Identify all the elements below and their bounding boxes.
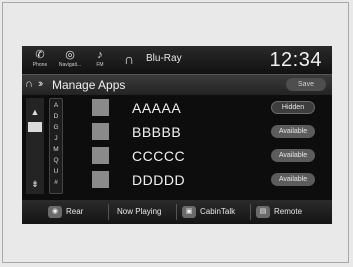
app-icon (92, 99, 109, 116)
radio-icon: ♪ (97, 49, 103, 61)
navigation-button[interactable]: ◎ Navigati... (56, 48, 84, 72)
headphones-icon: ∩ (25, 78, 33, 90)
now-playing-label: Now Playing (117, 207, 162, 216)
app-row[interactable]: AAAAA Hidden (70, 98, 325, 120)
alphabet-index[interactable]: A D G J M Q U # (49, 98, 63, 194)
alpha-index-item[interactable]: Q (50, 157, 62, 164)
cabintalk-icon: ▣ (182, 205, 196, 218)
person-icon[interactable]: ▲ (28, 106, 42, 118)
app-icon (92, 123, 109, 140)
phone-icon: ✆ (35, 49, 45, 61)
cabintalk-label: CabinTalk (200, 207, 236, 216)
scroll-down-icon[interactable]: ⇟ (28, 178, 42, 190)
app-name: DDDDD (132, 172, 186, 188)
now-playing-button[interactable]: Now Playing (117, 205, 161, 219)
app-status-toggle[interactable]: Available (271, 125, 315, 138)
divider (176, 204, 177, 220)
app-icon (92, 147, 109, 164)
alpha-index-item[interactable]: A (50, 102, 62, 109)
app-row[interactable]: DDDDD Available (70, 170, 325, 192)
remote-label: Remote (274, 207, 303, 216)
source-label: Blu-Ray (146, 53, 182, 64)
phone-label: Phone (32, 62, 48, 68)
fm-label: FM (96, 62, 104, 68)
app-status-toggle[interactable]: Available (271, 173, 315, 186)
app-status-toggle[interactable]: Hidden (271, 101, 315, 114)
title-bar: ∩ ›› Manage Apps Save (22, 74, 332, 95)
navigation-icon: ◎ (65, 49, 75, 61)
rear-icon: ◉ (48, 205, 62, 218)
app-icon (92, 171, 109, 188)
rear-button[interactable]: ◉ Rear (48, 205, 83, 219)
app-name: BBBBB (132, 124, 182, 140)
app-status-toggle[interactable]: Available (271, 149, 315, 162)
infotainment-screen: ✆ Phone ◎ Navigati... ♪ FM ∩ Blu-Ray 12:… (22, 46, 332, 224)
divider (108, 204, 109, 220)
alpha-index-item[interactable]: # (50, 179, 62, 186)
phone-button[interactable]: ✆ Phone (26, 48, 54, 72)
left-side-panel: ▲ ⇟ (26, 98, 44, 194)
bottom-bar: ◉ Rear Now Playing ▣ CabinTalk ▤ Remote (22, 200, 332, 224)
app-name: CCCCC (132, 148, 186, 164)
cabintalk-button[interactable]: ▣ CabinTalk (182, 205, 235, 219)
alpha-index-item[interactable]: M (50, 146, 62, 153)
alpha-index-item[interactable]: G (50, 124, 62, 131)
alpha-index-item[interactable]: U (50, 168, 62, 175)
rear-label: Rear (66, 207, 84, 216)
clock: 12:34 (269, 49, 322, 71)
status-bar: ✆ Phone ◎ Navigati... ♪ FM ∩ Blu-Ray 12:… (22, 46, 332, 74)
page-title: Manage Apps (52, 78, 126, 92)
divider (250, 204, 251, 220)
alpha-index-item[interactable]: J (50, 135, 62, 142)
chevron-right-icon: ›› (38, 78, 44, 90)
app-row[interactable]: BBBBB Available (70, 122, 325, 144)
list-icon[interactable] (28, 122, 42, 132)
headphones-icon: ∩ (124, 51, 135, 67)
app-name: AAAAA (132, 100, 182, 116)
remote-button[interactable]: ▤ Remote (256, 205, 302, 219)
fm-button[interactable]: ♪ FM (86, 48, 114, 72)
remote-icon: ▤ (256, 205, 270, 218)
save-button[interactable]: Save (286, 78, 326, 91)
app-row[interactable]: CCCCC Available (70, 146, 325, 168)
alpha-index-item[interactable]: D (50, 113, 62, 120)
navigation-label: Navigati... (58, 62, 82, 68)
